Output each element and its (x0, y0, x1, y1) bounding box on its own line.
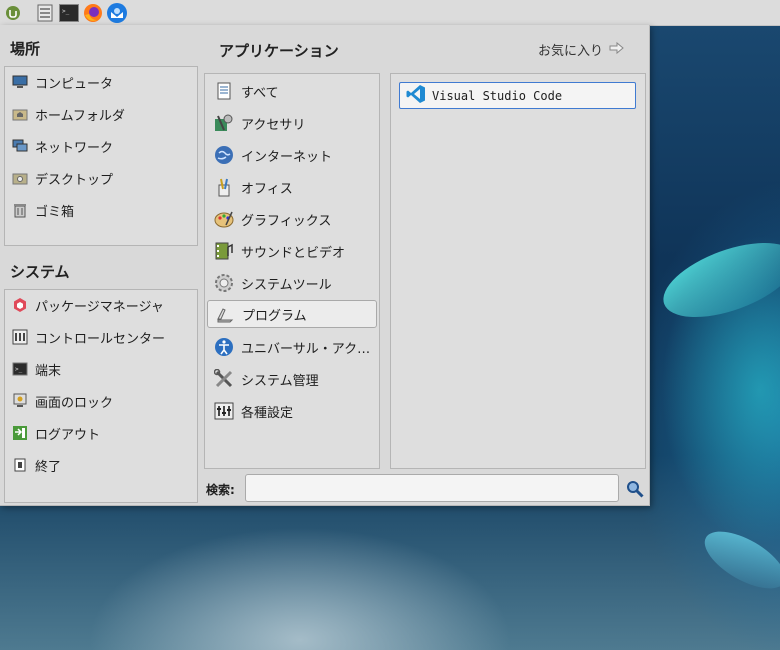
trash-icon (11, 201, 29, 219)
category-internet[interactable]: インターネット (207, 141, 377, 169)
search-label: 検索: (206, 483, 235, 497)
application-menu: 場所 コンピュータ ホームフォルダ ネットワーク デスクトップ ゴミ箱 システム… (0, 25, 650, 506)
favorites-button[interactable]: お気に入り (538, 40, 625, 59)
terminal-icon: >_ (11, 360, 29, 378)
vscode-icon (406, 84, 426, 108)
category-universal-access[interactable]: ユニバーサル・アク… (207, 333, 377, 361)
wallpaper-shape (653, 227, 780, 333)
desktop-icon (11, 169, 29, 187)
category-office[interactable]: オフィス (207, 173, 377, 201)
office-icon (213, 176, 235, 198)
all-apps-icon (213, 80, 235, 102)
app-item-vscode[interactable]: Visual Studio Code (399, 82, 636, 109)
svg-text:>_: >_ (15, 366, 23, 373)
apps-list: Visual Studio Code (390, 73, 646, 469)
network-icon (11, 137, 29, 155)
applications-heading: アプリケーション (219, 42, 339, 60)
places-item-trash[interactable]: ゴミ箱 (11, 197, 74, 223)
svg-text:>_: >_ (62, 8, 70, 15)
computer-icon (11, 73, 29, 91)
category-administration[interactable]: システム管理 (207, 365, 377, 393)
control-center-icon (11, 328, 29, 346)
programming-icon (214, 303, 236, 325)
shutdown-icon (11, 456, 29, 474)
system-item-package-manager[interactable]: パッケージマネージャ (11, 292, 164, 318)
thunderbird-icon[interactable] (106, 2, 128, 23)
places-item-home[interactable]: ホームフォルダ (11, 101, 125, 127)
preferences-icon (213, 400, 235, 422)
administration-icon (213, 368, 235, 390)
system-tools-icon (213, 272, 235, 294)
system-item-shutdown[interactable]: 終了 (11, 452, 61, 478)
category-programming[interactable]: プログラム (207, 300, 377, 328)
firefox-icon[interactable] (82, 2, 104, 23)
category-graphics[interactable]: グラフィックス (207, 205, 377, 233)
package-manager-icon (11, 296, 29, 314)
mint-menu-icon[interactable] (2, 2, 24, 23)
graphics-icon (213, 208, 235, 230)
arrow-right-icon (609, 41, 625, 59)
accessories-icon (213, 112, 235, 134)
places-item-computer[interactable]: コンピュータ (11, 69, 113, 95)
terminal-icon[interactable]: >_ (58, 2, 80, 23)
category-all[interactable]: すべて (207, 77, 377, 105)
top-panel: >_ (0, 0, 780, 26)
sound-video-icon (213, 240, 235, 262)
search-input[interactable] (245, 474, 619, 502)
file-manager-icon[interactable] (34, 2, 56, 23)
category-system-tools[interactable]: システムツール (207, 269, 377, 297)
wallpaper-shape (696, 520, 780, 600)
places-item-network[interactable]: ネットワーク (11, 133, 113, 159)
system-item-terminal[interactable]: >_ 端末 (11, 356, 61, 382)
favorites-label: お気に入り (537, 44, 603, 59)
search-icon[interactable] (626, 480, 644, 498)
category-accessories[interactable]: アクセサリ (207, 109, 377, 137)
lock-screen-icon (11, 392, 29, 410)
categories-list: すべて アクセサリ インターネット オフィス グラフィックス サウンドとビデオ … (204, 73, 380, 469)
home-folder-icon (11, 105, 29, 123)
system-item-lock-screen[interactable]: 画面のロック (11, 388, 113, 414)
system-item-control-center[interactable]: コントロールセンター (11, 324, 165, 350)
places-heading: 場所 (10, 40, 41, 58)
places-item-desktop[interactable]: デスクトップ (11, 165, 113, 191)
system-list: パッケージマネージャ コントロールセンター >_ 端末 画面のロック ログアウト… (4, 289, 198, 503)
logout-icon (11, 424, 29, 442)
internet-icon (213, 144, 235, 166)
category-sound-video[interactable]: サウンドとビデオ (207, 237, 377, 265)
system-heading: システム (10, 263, 70, 281)
system-item-logout[interactable]: ログアウト (11, 420, 100, 446)
category-preferences[interactable]: 各種設定 (207, 397, 377, 425)
universal-access-icon (213, 336, 235, 358)
places-list: コンピュータ ホームフォルダ ネットワーク デスクトップ ゴミ箱 (4, 66, 198, 246)
